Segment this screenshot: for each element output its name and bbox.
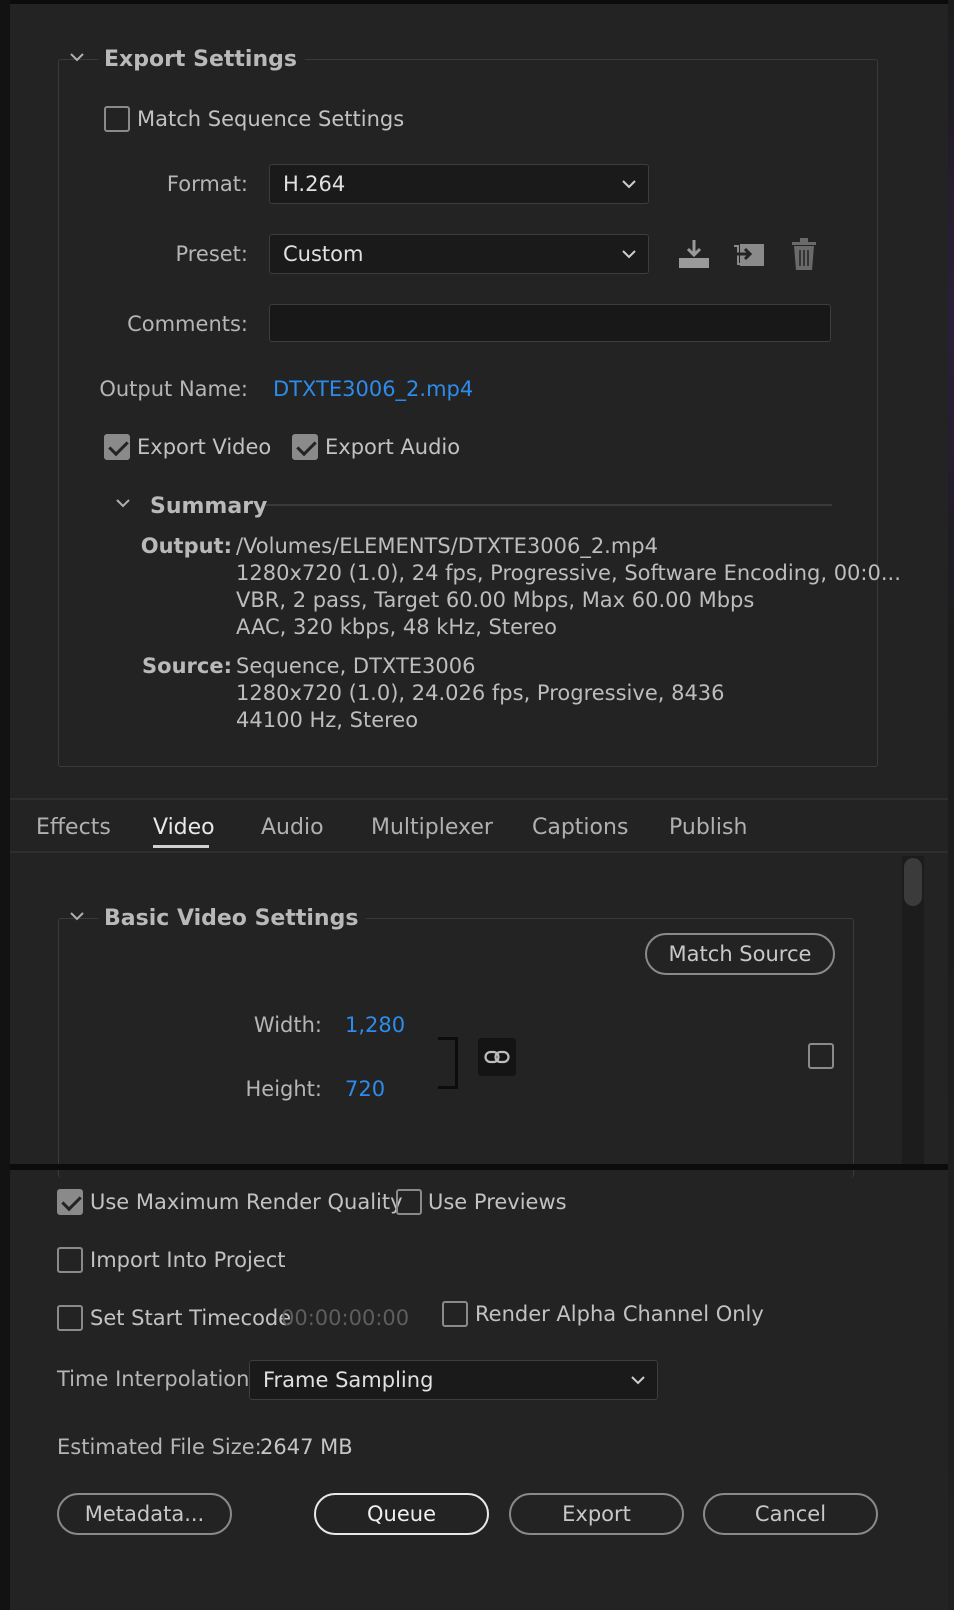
render-alpha-only-checkbox[interactable] [442,1301,468,1327]
chain-link-icon[interactable] [478,1038,516,1076]
tabs-bottom-border [10,851,948,853]
start-timecode-value[interactable]: 00:00:00:00 [281,1306,409,1330]
summary-output-line: 1280x720 (1.0), 24 fps, Progressive, Sof… [236,561,901,585]
import-into-project-checkbox[interactable] [57,1247,83,1273]
import-into-project-label: Import Into Project [90,1248,286,1272]
estimated-file-size-label: Estimated File Size: [57,1435,262,1459]
summary-collapse-icon[interactable] [116,498,130,510]
preset-dropdown[interactable]: Custom [269,234,649,274]
export-button[interactable]: Export [509,1493,684,1535]
render-alpha-only-label: Render Alpha Channel Only [475,1302,764,1326]
summary-source-line: 44100 Hz, Stereo [236,708,419,732]
export-video-checkbox[interactable] [104,434,130,460]
comments-field[interactable] [269,304,831,342]
set-start-timecode-label: Set Start Timecode [90,1306,292,1330]
chevron-down-icon [631,1376,645,1385]
right-edge-strip [948,0,954,1610]
output-name-label: Output Name: [99,377,248,401]
summary-output-line: VBR, 2 pass, Target 60.00 Mbps, Max 60.0… [236,588,755,612]
use-previews-checkbox[interactable] [396,1189,422,1215]
scrollbar-thumb[interactable] [904,858,922,906]
comments-label: Comments: [127,312,248,336]
match-source-button[interactable]: Match Source [645,933,835,975]
summary-source-key: Source: [142,654,232,678]
format-value: H.264 [283,172,346,196]
tab-video[interactable]: Video [153,815,215,840]
export-settings-collapse-icon[interactable] [70,52,84,64]
max-render-quality-label: Use Maximum Render Quality [90,1190,403,1214]
use-previews-label: Use Previews [428,1190,567,1214]
export-audio-checkbox[interactable] [292,434,318,460]
format-label: Format: [166,172,248,196]
summary-output-line: AAC, 320 kbps, 48 kHz, Stereo [236,615,557,639]
summary-divider [266,504,832,506]
queue-button[interactable]: Queue [314,1493,489,1535]
preset-value: Custom [283,242,364,266]
summary-output-key: Output: [140,534,232,558]
tab-audio[interactable]: Audio [261,815,324,840]
chevron-down-icon [622,180,636,189]
tab-effects[interactable]: Effects [36,815,111,840]
height-value[interactable]: 720 [345,1077,385,1101]
cancel-button[interactable]: Cancel [703,1493,878,1535]
set-start-timecode-checkbox[interactable] [57,1305,83,1331]
left-edge-strip [0,0,10,1610]
match-sequence-checkbox[interactable] [104,106,130,132]
summary-source-line: 1280x720 (1.0), 24.026 fps, Progressive,… [236,681,725,705]
summary-title: Summary [150,494,268,519]
tab-captions[interactable]: Captions [532,815,628,840]
import-preset-icon[interactable] [731,236,767,272]
basic-video-title: Basic Video Settings [98,906,367,931]
basic-video-collapse-icon[interactable] [70,911,84,923]
estimated-file-size-value: 2647 MB [260,1435,353,1459]
max-render-quality-checkbox[interactable] [57,1189,83,1215]
summary-output-line: /Volumes/ELEMENTS/DTXTE3006_2.mp4 [236,534,658,558]
format-dropdown[interactable]: H.264 [269,164,649,204]
width-label: Width: [253,1013,322,1037]
summary-source-line: Sequence, DTXTE3006 [236,654,476,678]
tabs-top-border [10,798,948,800]
chevron-down-icon [622,250,636,259]
output-name-link[interactable]: DTXTE3006_2.mp4 [273,377,473,401]
basic-video-right-checkbox[interactable] [808,1043,834,1069]
preset-label: Preset: [175,242,248,266]
panel-divider [10,1164,948,1170]
tab-multiplexer[interactable]: Multiplexer [371,815,493,840]
delete-preset-icon[interactable] [786,236,822,272]
match-sequence-label: Match Sequence Settings [137,107,405,131]
export-settings-title: Export Settings [98,47,305,72]
tab-video-underline [153,845,209,848]
export-dialog: Export Settings Match Sequence Settings … [10,4,948,1610]
export-audio-label: Export Audio [325,435,461,459]
tab-publish[interactable]: Publish [669,815,747,840]
time-interpolation-dropdown[interactable]: Frame Sampling [249,1360,658,1400]
time-interpolation-label: Time Interpolation: [57,1367,257,1391]
height-label: Height: [245,1077,323,1101]
width-value[interactable]: 1,280 [345,1013,405,1037]
export-video-label: Export Video [137,435,272,459]
time-interpolation-value: Frame Sampling [263,1368,434,1392]
metadata-button[interactable]: Metadata... [57,1493,232,1535]
aspect-bracket [438,1037,458,1089]
save-preset-icon[interactable] [676,236,712,272]
